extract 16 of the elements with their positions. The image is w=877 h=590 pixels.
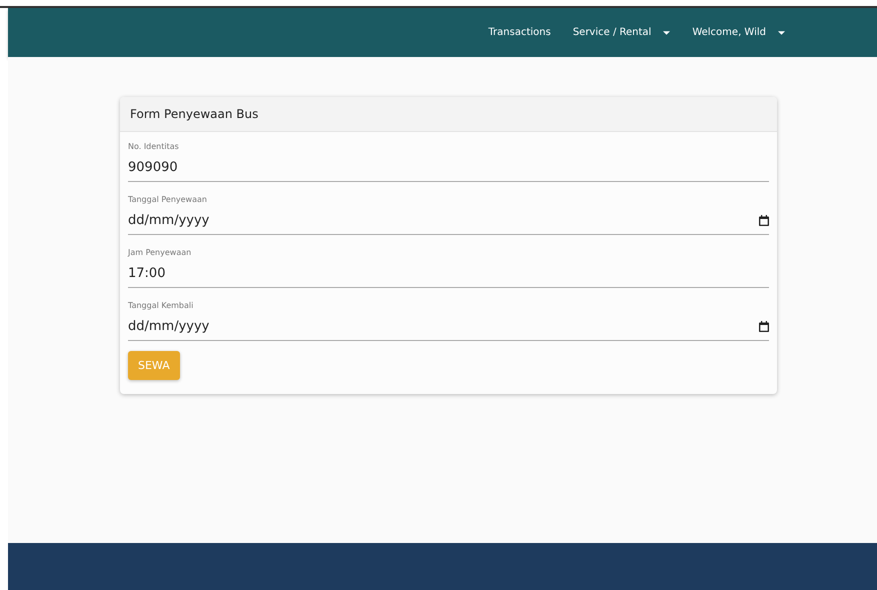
nav-dropdown[interactable]: Service / Rental bbox=[572, 27, 670, 38]
time-field[interactable]: 17:00 bbox=[128, 266, 769, 288]
calendar-icon[interactable] bbox=[759, 321, 769, 332]
field-label: No. Identitas bbox=[128, 142, 180, 151]
date-field[interactable]: dd/mm/yyyy bbox=[128, 319, 769, 341]
field-label: Tanggal Kembali bbox=[128, 301, 194, 310]
date-field[interactable]: dd/mm/yyyy bbox=[128, 213, 769, 235]
calendar-icon[interactable] bbox=[759, 215, 769, 226]
text-field[interactable]: 909090 bbox=[128, 160, 769, 182]
nav-dropdown[interactable]: Welcome, Wild bbox=[692, 27, 785, 38]
caret-icon bbox=[663, 30, 670, 34]
field-label: Jam Penyewaan bbox=[128, 248, 192, 257]
form-title: Form Penyewaan Bus bbox=[130, 107, 258, 121]
caret-icon bbox=[778, 30, 785, 34]
nav-link[interactable]: Transactions bbox=[488, 27, 551, 38]
field-label: Tanggal Penyewaan bbox=[128, 195, 208, 204]
